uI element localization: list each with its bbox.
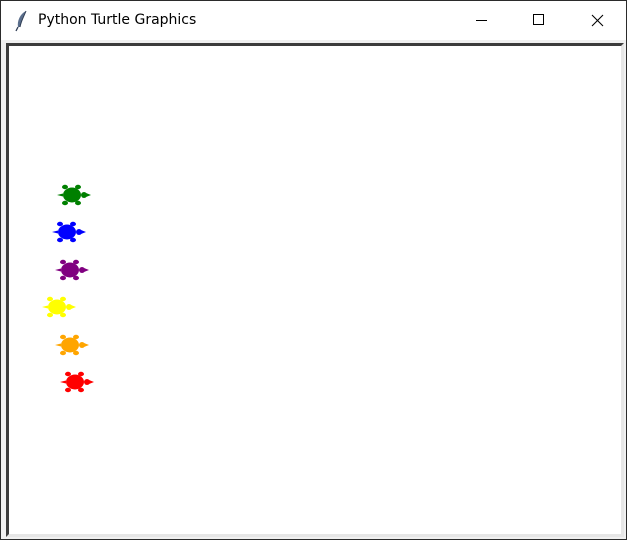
purple-turtle [52,257,92,287]
minimize-button[interactable] [458,1,504,40]
maximize-icon [533,14,544,25]
title-bar[interactable]: Python Turtle Graphics [1,1,626,40]
blue-turtle [49,219,89,249]
green-turtle [54,182,94,212]
close-icon [591,14,604,27]
window-title: Python Turtle Graphics [38,12,197,28]
close-button[interactable] [574,1,620,40]
turtle-canvas[interactable] [9,46,621,534]
red-turtle [57,369,97,399]
orange-turtle [52,332,92,362]
turtle-window: Python Turtle Graphics [0,0,627,540]
maximize-button[interactable] [515,1,561,40]
yellow-turtle [39,294,79,324]
minimize-icon [476,20,487,21]
canvas-frame [6,43,624,537]
feather-icon [13,10,31,32]
